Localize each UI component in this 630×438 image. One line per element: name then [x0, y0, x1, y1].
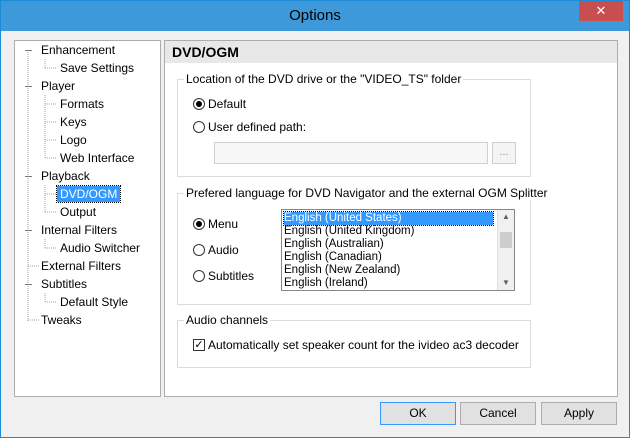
language-listbox[interactable]: English (United States) English (United … [281, 209, 515, 291]
button-bar: OK Cancel Apply [1, 401, 629, 437]
tree-item-save-settings[interactable]: Save Settings [60, 60, 134, 76]
menu-radio[interactable] [193, 218, 205, 230]
list-item[interactable]: English (Canadian) [284, 251, 382, 264]
tree-item-audio-switcher[interactable]: Audio Switcher [60, 240, 140, 256]
tree-item-output[interactable]: Output [60, 204, 96, 220]
user-path-label[interactable]: User defined path: [208, 120, 306, 134]
dvd-location-group-label: Location of the DVD drive or the "VIDEO_… [184, 72, 464, 86]
language-scrollbar[interactable]: ▲ ▼ [497, 210, 514, 290]
tree-item-internal-filters[interactable]: Internal Filters [41, 222, 117, 238]
tree-item-default-style[interactable]: Default Style [60, 294, 128, 310]
tree-item-playback[interactable]: Playback [41, 168, 90, 184]
auto-speaker-checkbox[interactable]: ✓ [193, 339, 205, 351]
scroll-up-icon[interactable]: ▲ [498, 210, 514, 224]
tree-item-formats[interactable]: Formats [60, 96, 104, 112]
tree-item-subtitles[interactable]: Subtitles [41, 276, 87, 292]
subtitles-radio[interactable] [193, 270, 205, 282]
close-icon[interactable]: ✕ [579, 1, 623, 21]
language-group-label: Prefered language for DVD Navigator and … [184, 186, 550, 200]
audio-radio[interactable] [193, 244, 205, 256]
list-item[interactable]: English (United Kingdom) [284, 225, 414, 238]
audio-channels-group-label: Audio channels [184, 313, 271, 327]
cancel-button[interactable]: Cancel [460, 402, 536, 425]
options-window: Options ✕ Enhancement Save Settings Play… [0, 0, 630, 438]
settings-panel: DVD/OGM Location of the DVD drive or the… [164, 40, 618, 397]
browse-button[interactable]: ... [492, 142, 516, 164]
tree-item-tweaks[interactable]: Tweaks [41, 312, 82, 328]
audio-channels-group: Audio channels ✓ Automatically set speak… [177, 313, 531, 368]
menu-radio-label[interactable]: Menu [208, 217, 238, 231]
window-title: Options [289, 7, 341, 24]
user-path-radio[interactable] [193, 121, 205, 133]
tree-item-keys[interactable]: Keys [60, 114, 87, 130]
page-title: DVD/OGM [165, 41, 617, 63]
list-item[interactable]: English (Ireland) [284, 277, 368, 290]
user-path-input[interactable] [214, 142, 488, 164]
tree-item-web-interface[interactable]: Web Interface [60, 150, 134, 166]
language-group: Prefered language for DVD Navigator and … [177, 186, 550, 305]
scroll-thumb[interactable] [500, 232, 512, 248]
title-bar: Options ✕ [1, 1, 629, 31]
tree-item-player[interactable]: Player [41, 78, 75, 94]
apply-button[interactable]: Apply [541, 402, 617, 425]
default-location-radio[interactable] [193, 98, 205, 110]
subtitles-radio-label[interactable]: Subtitles [208, 269, 254, 283]
ok-button[interactable]: OK [380, 402, 456, 425]
tree-item-enhancement[interactable]: Enhancement [41, 42, 115, 58]
auto-speaker-label[interactable]: Automatically set speaker count for the … [208, 338, 519, 352]
list-item[interactable]: English (United States) [283, 211, 494, 226]
audio-radio-label[interactable]: Audio [208, 243, 239, 257]
scroll-down-icon[interactable]: ▼ [498, 276, 514, 290]
dvd-location-group: Location of the DVD drive or the "VIDEO_… [177, 72, 531, 177]
tree-item-logo[interactable]: Logo [60, 132, 87, 148]
tree-item-external-filters[interactable]: External Filters [41, 258, 121, 274]
list-item[interactable]: English (New Zealand) [284, 264, 400, 277]
tree-item-dvd-ogm[interactable]: DVD/OGM [55, 185, 122, 203]
list-item[interactable]: English (Australian) [284, 238, 384, 251]
options-tree: Enhancement Save Settings Player Formats… [14, 40, 161, 397]
default-location-label[interactable]: Default [208, 97, 246, 111]
